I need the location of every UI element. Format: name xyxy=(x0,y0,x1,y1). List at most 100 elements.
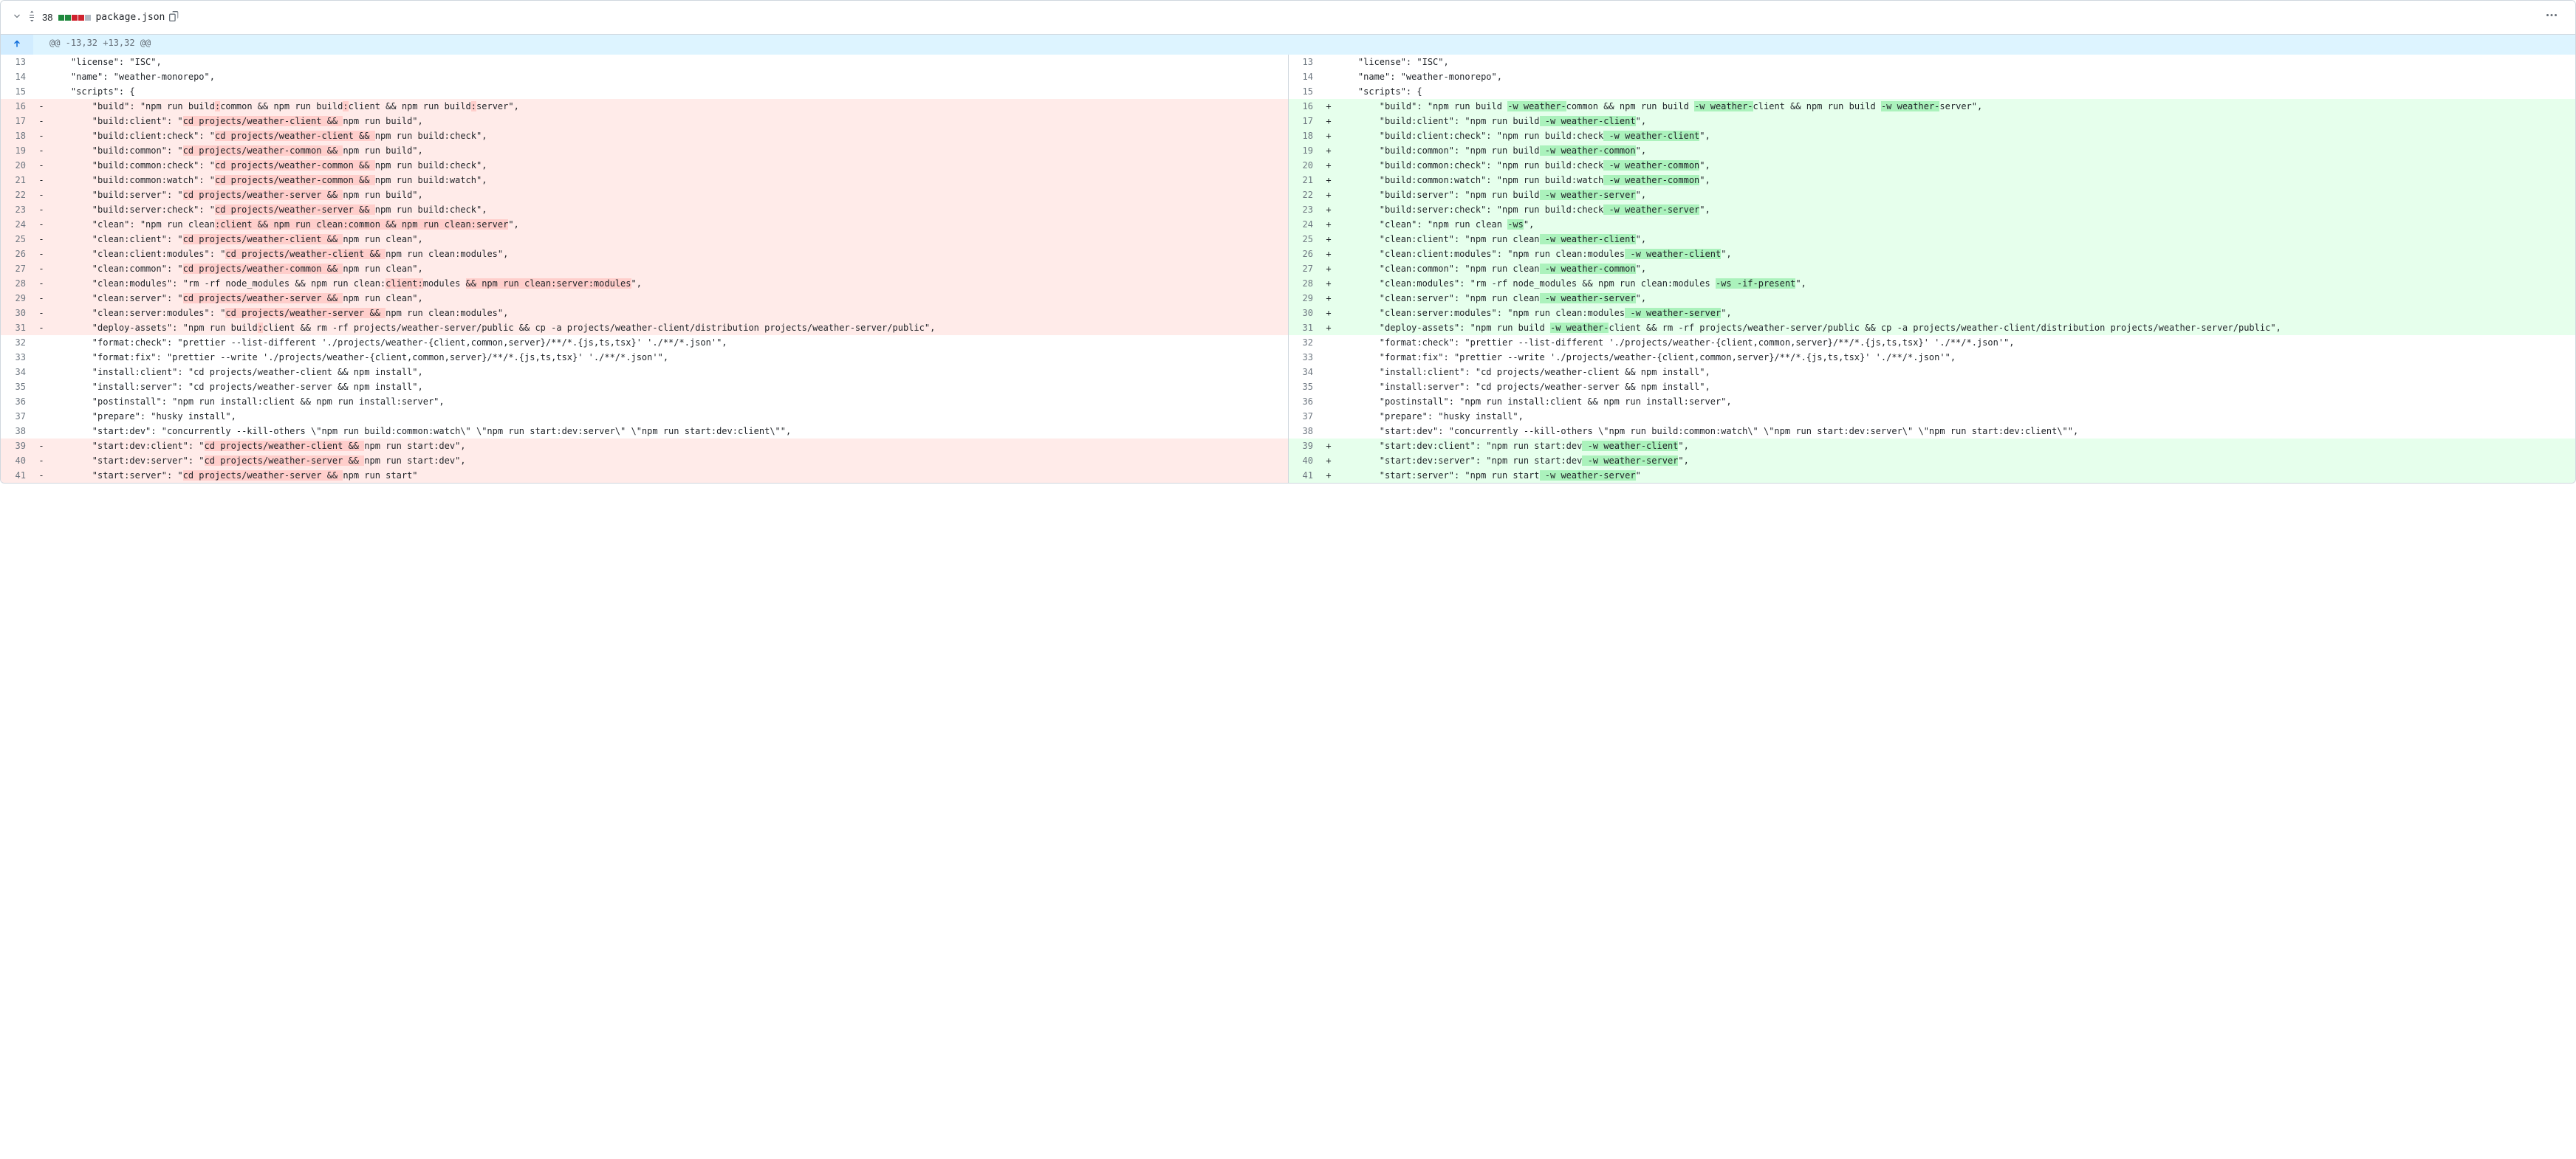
line-number-left[interactable]: 40 xyxy=(1,453,33,468)
file-name-link[interactable]: package.json xyxy=(95,12,165,23)
line-number-right[interactable]: 40 xyxy=(1288,453,1320,468)
line-number-right[interactable]: 41 xyxy=(1288,468,1320,483)
line-number-left[interactable]: 35 xyxy=(1,379,33,394)
code-right[interactable]: "format:fix": "prettier --write './proje… xyxy=(1337,350,2575,365)
line-number-right[interactable]: 25 xyxy=(1288,232,1320,247)
line-number-left[interactable]: 39 xyxy=(1,439,33,453)
code-right[interactable]: "clean:client": "npm run clean -w weathe… xyxy=(1337,232,2575,247)
code-right[interactable]: "build": "npm run build -w weather-commo… xyxy=(1337,99,2575,114)
line-number-right[interactable]: 28 xyxy=(1288,276,1320,291)
line-number-right[interactable]: 24 xyxy=(1288,217,1320,232)
line-number-right[interactable]: 21 xyxy=(1288,173,1320,188)
line-number-left[interactable]: 20 xyxy=(1,158,33,173)
code-right[interactable]: "build:common:watch": "npm run build:wat… xyxy=(1337,173,2575,188)
code-right[interactable]: "clean:server": "npm run clean -w weathe… xyxy=(1337,291,2575,306)
code-left[interactable]: "clean:server": "cd projects/weather-ser… xyxy=(49,291,1288,306)
line-number-right[interactable]: 26 xyxy=(1288,247,1320,261)
code-right[interactable]: "build:common": "npm run build -w weathe… xyxy=(1337,143,2575,158)
line-number-left[interactable]: 18 xyxy=(1,128,33,143)
code-left[interactable]: "build:common": "cd projects/weather-com… xyxy=(49,143,1288,158)
code-right[interactable]: "scripts": { xyxy=(1337,84,2575,99)
code-right[interactable]: "build:server": "npm run build -w weathe… xyxy=(1337,188,2575,202)
code-left[interactable]: "format:check": "prettier --list-differe… xyxy=(49,335,1288,350)
line-number-left[interactable]: 16 xyxy=(1,99,33,114)
code-right[interactable]: "clean:common": "npm run clean -w weathe… xyxy=(1337,261,2575,276)
line-number-right[interactable]: 36 xyxy=(1288,394,1320,409)
code-left[interactable]: "build:server": "cd projects/weather-ser… xyxy=(49,188,1288,202)
code-right[interactable]: "start:dev:client": "npm run start:dev -… xyxy=(1337,439,2575,453)
code-left[interactable]: "start:dev:server": "cd projects/weather… xyxy=(49,453,1288,468)
line-number-right[interactable]: 14 xyxy=(1288,69,1320,84)
line-number-right[interactable]: 13 xyxy=(1288,55,1320,69)
code-left[interactable]: "build:common:watch": "cd projects/weath… xyxy=(49,173,1288,188)
line-number-right[interactable]: 29 xyxy=(1288,291,1320,306)
line-number-right[interactable]: 30 xyxy=(1288,306,1320,320)
line-number-right[interactable]: 37 xyxy=(1288,409,1320,424)
line-number-left[interactable]: 23 xyxy=(1,202,33,217)
code-left[interactable]: "start:server": "cd projects/weather-ser… xyxy=(49,468,1288,483)
code-left[interactable]: "name": "weather-monorepo", xyxy=(49,69,1288,84)
line-number-left[interactable]: 32 xyxy=(1,335,33,350)
code-left[interactable]: "deploy-assets": "npm run build:client &… xyxy=(49,320,1288,335)
line-number-left[interactable]: 28 xyxy=(1,276,33,291)
code-right[interactable]: "install:client": "cd projects/weather-c… xyxy=(1337,365,2575,379)
code-left[interactable]: "clean:server:modules": "cd projects/wea… xyxy=(49,306,1288,320)
code-left[interactable]: "scripts": { xyxy=(49,84,1288,99)
line-number-right[interactable]: 15 xyxy=(1288,84,1320,99)
code-left[interactable]: "start:dev": "concurrently --kill-others… xyxy=(49,424,1288,439)
code-right[interactable]: "format:check": "prettier --list-differe… xyxy=(1337,335,2575,350)
code-left[interactable]: "clean:modules": "rm -rf node_modules &&… xyxy=(49,276,1288,291)
line-number-left[interactable]: 37 xyxy=(1,409,33,424)
code-right[interactable]: "install:server": "cd projects/weather-s… xyxy=(1337,379,2575,394)
kebab-menu-icon[interactable] xyxy=(2540,7,2563,28)
line-number-left[interactable]: 15 xyxy=(1,84,33,99)
code-left[interactable]: "install:client": "cd projects/weather-c… xyxy=(49,365,1288,379)
line-number-left[interactable]: 26 xyxy=(1,247,33,261)
line-number-left[interactable]: 41 xyxy=(1,468,33,483)
line-number-right[interactable]: 20 xyxy=(1288,158,1320,173)
expand-hunk-icon[interactable] xyxy=(1,35,33,55)
code-left[interactable]: "license": "ISC", xyxy=(49,55,1288,69)
code-left[interactable]: "format:fix": "prettier --write './proje… xyxy=(49,350,1288,365)
line-number-right[interactable]: 34 xyxy=(1288,365,1320,379)
line-number-left[interactable]: 13 xyxy=(1,55,33,69)
line-number-right[interactable]: 18 xyxy=(1288,128,1320,143)
line-number-left[interactable]: 27 xyxy=(1,261,33,276)
code-left[interactable]: "build:common:check": "cd projects/weath… xyxy=(49,158,1288,173)
code-left[interactable]: "clean:client": "cd projects/weather-cli… xyxy=(49,232,1288,247)
expand-all-icon[interactable] xyxy=(26,10,38,24)
line-number-left[interactable]: 22 xyxy=(1,188,33,202)
code-left[interactable]: "build:client": "cd projects/weather-cli… xyxy=(49,114,1288,128)
code-right[interactable]: "clean:client:modules": "npm run clean:m… xyxy=(1337,247,2575,261)
line-number-right[interactable]: 19 xyxy=(1288,143,1320,158)
copy-icon[interactable] xyxy=(169,11,179,24)
line-number-right[interactable]: 27 xyxy=(1288,261,1320,276)
line-number-right[interactable]: 17 xyxy=(1288,114,1320,128)
code-left[interactable]: "build": "npm run build:common && npm ru… xyxy=(49,99,1288,114)
line-number-left[interactable]: 29 xyxy=(1,291,33,306)
code-right[interactable]: "start:server": "npm run start -w weathe… xyxy=(1337,468,2575,483)
line-number-right[interactable]: 35 xyxy=(1288,379,1320,394)
line-number-left[interactable]: 21 xyxy=(1,173,33,188)
line-number-left[interactable]: 31 xyxy=(1,320,33,335)
code-left[interactable]: "clean": "npm run clean:client && npm ru… xyxy=(49,217,1288,232)
code-left[interactable]: "postinstall": "npm run install:client &… xyxy=(49,394,1288,409)
line-number-right[interactable]: 39 xyxy=(1288,439,1320,453)
line-number-left[interactable]: 36 xyxy=(1,394,33,409)
code-right[interactable]: "start:dev:server": "npm run start:dev -… xyxy=(1337,453,2575,468)
line-number-left[interactable]: 25 xyxy=(1,232,33,247)
line-number-right[interactable]: 22 xyxy=(1288,188,1320,202)
code-left[interactable]: "prepare": "husky install", xyxy=(49,409,1288,424)
code-right[interactable]: "build:client": "npm run build -w weathe… xyxy=(1337,114,2575,128)
code-left[interactable]: "build:client:check": "cd projects/weath… xyxy=(49,128,1288,143)
line-number-left[interactable]: 33 xyxy=(1,350,33,365)
code-right[interactable]: "build:client:check": "npm run build:che… xyxy=(1337,128,2575,143)
line-number-right[interactable]: 31 xyxy=(1288,320,1320,335)
line-number-right[interactable]: 23 xyxy=(1288,202,1320,217)
code-left[interactable]: "clean:client:modules": "cd projects/wea… xyxy=(49,247,1288,261)
code-left[interactable]: "build:server:check": "cd projects/weath… xyxy=(49,202,1288,217)
code-left[interactable]: "clean:common": "cd projects/weather-com… xyxy=(49,261,1288,276)
code-right[interactable]: "deploy-assets": "npm run build -w weath… xyxy=(1337,320,2575,335)
line-number-right[interactable]: 38 xyxy=(1288,424,1320,439)
line-number-left[interactable]: 14 xyxy=(1,69,33,84)
